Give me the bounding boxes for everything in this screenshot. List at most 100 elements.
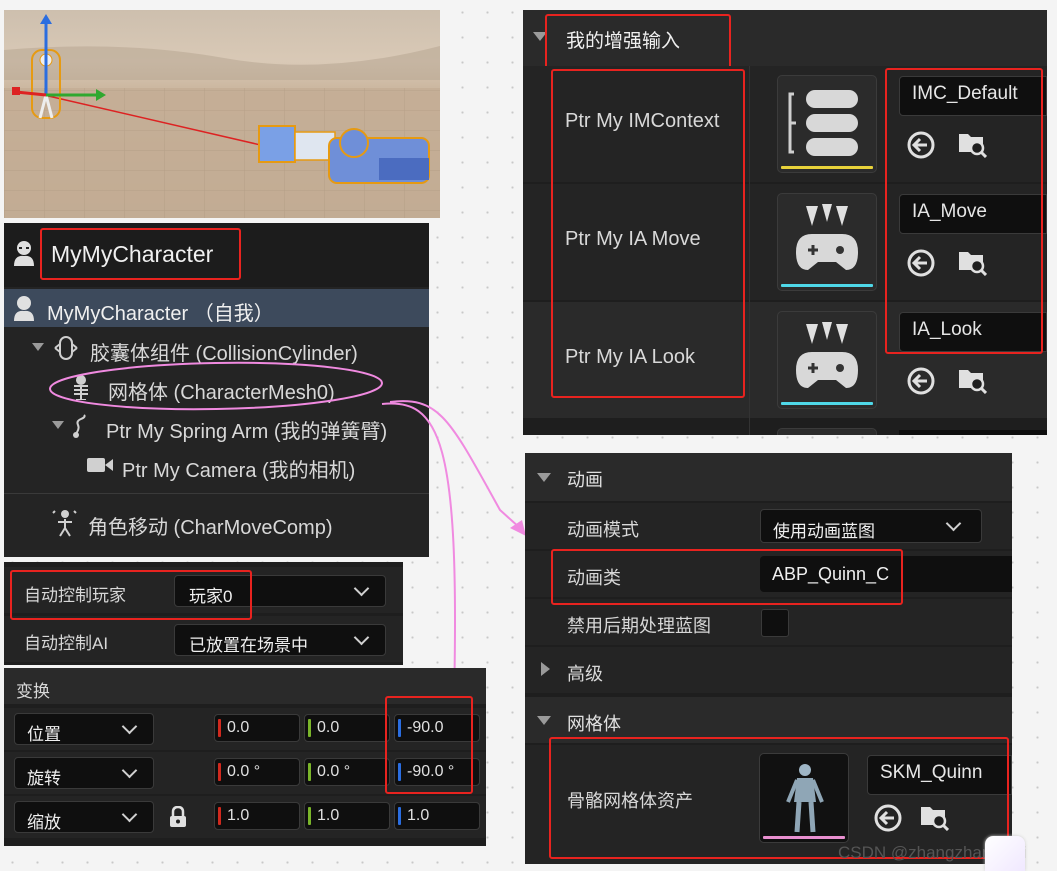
movement-icon (52, 510, 77, 537)
animation-panel: 动画 动画模式 使用动画蓝图 动画类 ABP_Quinn_C 禁用后期处理蓝图 … (525, 453, 1012, 864)
anim-class-field[interactable]: ABP_Quinn_C (760, 556, 1012, 592)
component-row-mesh[interactable]: 网格体 (CharacterMesh0) (4, 368, 429, 406)
location-mode-label: 位置 (27, 725, 61, 744)
viewport-preview[interactable] (4, 10, 440, 218)
scale-z-field[interactable]: 1.0 (394, 802, 480, 830)
expand-arrow-icon[interactable] (537, 473, 551, 482)
location-y-field[interactable]: 0.0 (304, 714, 390, 742)
capsule-icon (54, 336, 78, 360)
auto-ai-label: 自动控制AI (24, 634, 109, 653)
auto-ai-row: 自动控制AI 已放置在场景中 (4, 616, 403, 662)
anim-class-row: 动画类 ABP_Quinn_C (525, 551, 1012, 597)
location-z-field[interactable]: -90.0 (394, 714, 480, 742)
skeletal-asset-field[interactable]: SKM_Quinn (867, 755, 1012, 795)
anim-class-value: ABP_Quinn_C (772, 564, 890, 584)
mesh-header[interactable]: 网格体 (525, 697, 1012, 743)
transform-row-rotation: 旋转 0.0 ° 0.0 ° -90.0 ° (4, 752, 486, 794)
components-divider (4, 493, 429, 494)
skeletal-asset-name: SKM_Quinn (880, 762, 983, 783)
ia-move-thumbnail[interactable] (777, 193, 877, 291)
use-selected-icon[interactable] (906, 130, 936, 160)
expand-arrow-icon[interactable] (32, 343, 44, 351)
next-thumbnail-edge (777, 428, 877, 435)
ia-look-asset-field[interactable]: IA_Look (899, 312, 1047, 352)
pawn-icon (14, 241, 34, 266)
mannequin-icon (786, 764, 824, 833)
rotation-mode-label: 旋转 (27, 769, 61, 788)
components-header: MyMyCharacter (4, 223, 429, 287)
auto-player-row: 自动控制玩家 玩家0 (4, 567, 403, 613)
chevron-down-icon (353, 629, 370, 646)
anim-mode-dropdown[interactable]: 使用动画蓝图 (760, 509, 982, 543)
skeletal-mesh-thumbnail[interactable] (759, 753, 849, 843)
transform-header[interactable]: 变换 (4, 668, 486, 704)
imcontext-type-bar (781, 166, 873, 169)
component-row-camera[interactable]: Ptr My Camera (我的相机) (4, 446, 429, 484)
scale-mode-dropdown[interactable]: 缩放 (14, 801, 154, 833)
rotation-x-field[interactable]: 0.0 ° (214, 758, 300, 786)
scale-y-field[interactable]: 1.0 (304, 802, 390, 830)
imcontext-asset-field[interactable]: IMC_Default (899, 76, 1047, 116)
enhanced-input-title: 我的增强输入 (566, 31, 681, 52)
use-selected-icon[interactable] (906, 366, 936, 396)
app-logo-icon (985, 836, 1025, 871)
transform-panel: 变换 位置 0.0 0.0 -90.0 旋转 0.0 ° 0.0 ° -90.0… (4, 668, 486, 846)
viewport-scene (4, 14, 440, 218)
expand-arrow-icon[interactable] (52, 421, 64, 429)
component-row-root[interactable]: MyMyCharacter （自我） (4, 289, 429, 327)
ia-move-asset-name: IA_Move (912, 201, 987, 222)
rotation-mode-dropdown[interactable]: 旋转 (14, 757, 154, 789)
mesh-section-title: 网格体 (567, 714, 621, 734)
chevron-down-icon (121, 806, 138, 823)
auto-player-label: 自动控制玩家 (24, 586, 126, 605)
transform-row-scale: 缩放 1.0 1.0 1.0 (4, 796, 486, 838)
anim-mode-value: 使用动画蓝图 (773, 522, 875, 541)
use-selected-icon[interactable] (873, 803, 903, 833)
browse-asset-icon[interactable] (957, 128, 987, 158)
chevron-down-icon (121, 718, 138, 735)
skeletal-mesh-label: 骨骼网格体资产 (567, 791, 693, 811)
skeletal-type-bar (763, 836, 845, 839)
component-row-movement[interactable]: 角色移动 (CharMoveComp) (4, 503, 429, 541)
auto-player-value: 玩家0 (189, 587, 233, 606)
collapsed-arrow-icon[interactable] (541, 662, 550, 676)
animation-header[interactable]: 动画 (525, 453, 1012, 501)
expand-arrow-icon[interactable] (533, 32, 547, 41)
disable-post-row: 禁用后期处理蓝图 (525, 599, 1012, 645)
use-selected-icon[interactable] (906, 248, 936, 278)
chevron-down-icon (121, 762, 138, 779)
advanced-label: 高级 (567, 664, 603, 684)
component-row-capsule[interactable]: 胶囊体组件 (CollisionCylinder) (4, 329, 429, 367)
mapping-context-icon (788, 90, 858, 156)
component-row-spring-arm[interactable]: Ptr My Spring Arm (我的弹簧臂) (4, 407, 429, 445)
auto-control-panel: 自动控制玩家 玩家0 自动控制AI 已放置在场景中 (4, 562, 403, 665)
location-x-field[interactable]: 0.0 (214, 714, 300, 742)
enhanced-input-panel: 我的增强输入 Ptr My IMContext Ptr My IA Move P… (523, 10, 1047, 435)
browse-asset-icon[interactable] (957, 246, 987, 276)
skeleton-icon (74, 375, 88, 400)
auto-ai-dropdown[interactable]: 已放置在场景中 (174, 624, 386, 656)
ia-look-type-bar (781, 402, 873, 405)
ia-look-thumbnail[interactable] (777, 311, 877, 409)
browse-asset-icon[interactable] (919, 801, 949, 831)
disable-post-checkbox[interactable] (761, 609, 789, 637)
location-mode-dropdown[interactable]: 位置 (14, 713, 154, 745)
rotation-y-field[interactable]: 0.0 ° (304, 758, 390, 786)
component-camera-label: Ptr My Camera (我的相机) (122, 460, 356, 482)
transform-row-location: 位置 0.0 0.0 -90.0 (4, 708, 486, 750)
chevron-down-icon (945, 515, 962, 532)
ia-move-type-bar (781, 284, 873, 287)
auto-player-dropdown[interactable]: 玩家0 (174, 575, 386, 607)
enhanced-input-header[interactable]: 我的增强输入 (523, 10, 1047, 66)
imcontext-thumbnail[interactable] (777, 75, 877, 173)
rotation-z-field[interactable]: -90.0 ° (394, 758, 480, 786)
scale-x-field[interactable]: 1.0 (214, 802, 300, 830)
component-spring-arm-label: Ptr My Spring Arm (我的弹簧臂) (106, 421, 388, 443)
camera-icon (87, 458, 113, 472)
browse-asset-icon[interactable] (957, 364, 987, 394)
expand-arrow-icon[interactable] (537, 716, 551, 725)
ia-move-asset-field[interactable]: IA_Move (899, 194, 1047, 234)
lock-icon[interactable] (168, 806, 188, 828)
advanced-row[interactable]: 高级 (525, 647, 1012, 693)
animation-title: 动画 (567, 470, 603, 490)
